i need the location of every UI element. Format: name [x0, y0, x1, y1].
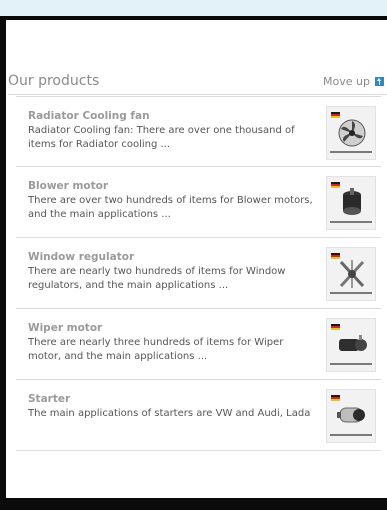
product-thumbnail[interactable]	[326, 176, 376, 230]
product-item-starter[interactable]: Starter The main applications of starter…	[16, 380, 381, 451]
product-text: Window regulator There are nearly two hu…	[28, 251, 318, 293]
product-list: Radiator Cooling fan Radiator Cooling fa…	[16, 96, 381, 451]
product-item-wiper-motor[interactable]: Wiper motor There are nearly three hundr…	[16, 309, 381, 380]
product-thumbnail[interactable]	[326, 318, 376, 372]
product-item-blower-motor[interactable]: Blower motor There are over two hundreds…	[16, 167, 381, 238]
product-thumbnail[interactable]	[326, 106, 376, 160]
product-text: Blower motor There are over two hundreds…	[28, 180, 318, 222]
product-thumbnail[interactable]	[326, 389, 376, 443]
product-title[interactable]: Blower motor	[28, 180, 318, 192]
product-item-window-regulator[interactable]: Window regulator There are nearly two hu…	[16, 238, 381, 309]
caption-bar	[330, 151, 372, 153]
product-item-radiator-cooling-fan[interactable]: Radiator Cooling fan Radiator Cooling fa…	[16, 96, 381, 167]
top-strip	[0, 0, 387, 16]
product-title[interactable]: Starter	[28, 393, 318, 405]
move-up-link[interactable]: Move up	[323, 75, 384, 88]
product-description: Radiator Cooling fan: There are over one…	[28, 125, 295, 150]
product-title[interactable]: Radiator Cooling fan	[28, 110, 318, 122]
product-thumbnail[interactable]	[326, 247, 376, 301]
product-title[interactable]: Window regulator	[28, 251, 318, 263]
product-description: There are over two hundreds of items for…	[28, 195, 313, 220]
caption-bar	[330, 434, 372, 436]
caption-bar	[330, 221, 372, 223]
section-title: Our products	[8, 73, 100, 89]
caption-bar	[330, 292, 372, 294]
product-description: There are nearly two hundreds of items f…	[28, 266, 286, 291]
caption-bar	[330, 363, 372, 365]
products-header: Our products Move up	[8, 68, 387, 95]
move-up-label: Move up	[323, 74, 370, 88]
product-description: The main applications of starters are VW…	[28, 408, 311, 419]
product-text: Radiator Cooling fan Radiator Cooling fa…	[28, 110, 318, 152]
product-title[interactable]: Wiper motor	[28, 322, 318, 334]
arrow-up-icon	[375, 76, 384, 86]
product-text: Wiper motor There are nearly three hundr…	[28, 322, 318, 364]
product-text: Starter The main applications of starter…	[28, 393, 318, 421]
product-description: There are nearly three hundreds of items…	[28, 337, 284, 362]
